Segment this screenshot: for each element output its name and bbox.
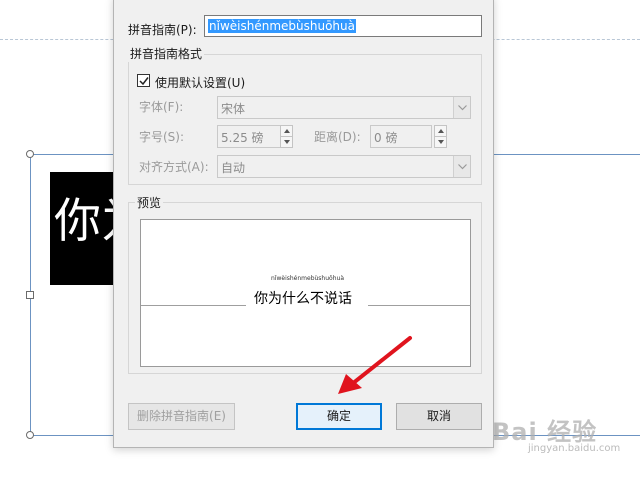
preview-base-text: 你为什么不说话 bbox=[254, 291, 352, 307]
size-label: 字号(S): bbox=[139, 130, 185, 144]
distance-label: 距离(D): bbox=[314, 130, 361, 144]
remove-phonetic-button[interactable]: 删除拼音指南(E) bbox=[128, 403, 235, 430]
font-label: 字体(F): bbox=[139, 100, 184, 114]
distance-input[interactable]: 0 磅 bbox=[370, 125, 432, 148]
chevron-down-icon bbox=[458, 105, 467, 111]
chevron-down-icon bbox=[458, 164, 467, 170]
checkmark-icon bbox=[139, 77, 149, 86]
resize-handle-left[interactable] bbox=[26, 291, 34, 299]
ok-button[interactable]: 确定 bbox=[296, 403, 382, 430]
align-value: 自动 bbox=[221, 161, 246, 175]
base-text-label: 拼音指南(P): bbox=[128, 23, 197, 37]
preview-box: nǐwèishénmebùshuōhuà 你为什么不说话 bbox=[140, 219, 471, 367]
arrow-down-icon bbox=[284, 140, 290, 144]
phonetic-guide-dialog: 拼音指南(P): nǐwèishénmebùshuōhuà 拼音指南格式 使用默… bbox=[113, 0, 494, 448]
preview-ruby-text: nǐwèishénmebùshuōhuà bbox=[271, 275, 344, 282]
resize-handle-bottom-left[interactable] bbox=[26, 431, 34, 439]
watermark-logo: Bai 经验 bbox=[492, 418, 598, 446]
align-dropdown-button[interactable] bbox=[453, 156, 470, 177]
distance-down-button[interactable] bbox=[434, 136, 447, 148]
arrow-down-icon bbox=[438, 140, 444, 144]
arrow-up-icon bbox=[438, 129, 444, 133]
base-text-value: nǐwèishénmebùshuōhuà bbox=[208, 19, 356, 33]
preview-baseline-right bbox=[368, 305, 471, 306]
align-dropdown[interactable]: 自动 bbox=[217, 155, 471, 178]
preview-group-title: 预览 bbox=[135, 194, 164, 211]
distance-spinner[interactable] bbox=[434, 125, 447, 148]
arrow-up-icon bbox=[284, 129, 290, 133]
distance-value: 0 磅 bbox=[374, 131, 398, 145]
use-default-checkbox[interactable] bbox=[137, 74, 150, 87]
size-down-button[interactable] bbox=[280, 136, 293, 148]
watermark: Bai 经验 jingyan.baidu.com bbox=[492, 412, 632, 472]
align-label: 对齐方式(A): bbox=[139, 160, 209, 174]
format-group-title: 拼音指南格式 bbox=[128, 45, 205, 62]
resize-handle-top-left[interactable] bbox=[26, 150, 34, 158]
watermark-url: jingyan.baidu.com bbox=[528, 443, 621, 454]
preview-baseline-left bbox=[141, 305, 246, 306]
base-text-input[interactable]: nǐwèishénmebùshuōhuà bbox=[204, 15, 482, 37]
font-dropdown-button[interactable] bbox=[453, 97, 470, 118]
font-dropdown[interactable]: 宋体 bbox=[217, 96, 471, 119]
size-value: 5.25 磅 bbox=[221, 131, 264, 145]
use-default-label: 使用默认设置(U) bbox=[155, 76, 246, 90]
cancel-button[interactable]: 取消 bbox=[396, 403, 482, 430]
size-spinner[interactable] bbox=[280, 125, 293, 148]
font-value: 宋体 bbox=[221, 102, 246, 116]
annotation-arrow-icon bbox=[338, 336, 412, 394]
